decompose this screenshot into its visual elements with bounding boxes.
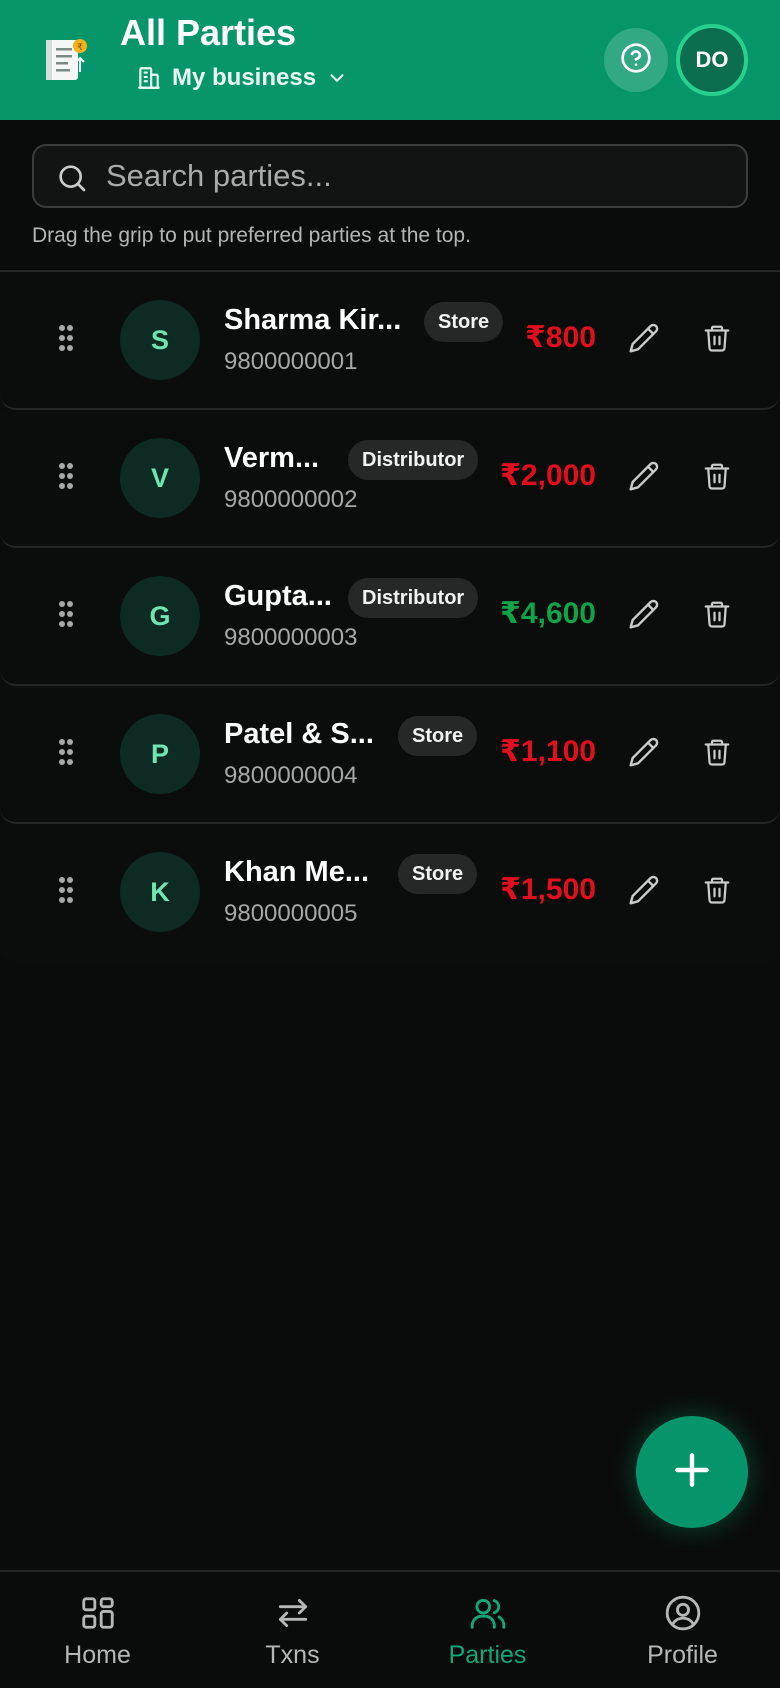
drag-grip-icon[interactable] bbox=[58, 324, 74, 357]
party-balance: ₹1,100 bbox=[500, 735, 596, 768]
delete-party-button[interactable] bbox=[702, 322, 732, 356]
nav-home-label: Home bbox=[64, 1641, 131, 1669]
party-avatar: G bbox=[120, 576, 200, 656]
help-button[interactable] bbox=[604, 28, 668, 92]
party-phone: 9800000001 bbox=[224, 348, 358, 375]
delete-party-button[interactable] bbox=[702, 460, 732, 494]
drag-grip-icon[interactable] bbox=[58, 738, 74, 771]
search-box bbox=[32, 144, 748, 208]
party-balance: ₹800 bbox=[525, 321, 596, 354]
party-type-badge: Store bbox=[398, 854, 478, 894]
chevron-down-icon bbox=[326, 67, 348, 89]
party-avatar: S bbox=[120, 300, 200, 380]
users-icon bbox=[469, 1572, 507, 1637]
user-circle-icon bbox=[664, 1572, 702, 1637]
party-row[interactable]: P Patel & S... Store 9800000004 ₹1,100 bbox=[0, 686, 780, 824]
party-name: Khan Me... bbox=[224, 856, 370, 888]
bottom-nav: Home Txns Parties Profile bbox=[0, 1570, 780, 1688]
user-avatar-button[interactable]: DO bbox=[676, 24, 748, 96]
party-row[interactable]: G Gupta... Distributor 9800000003 ₹4,600 bbox=[0, 548, 780, 686]
page-title: All Parties bbox=[120, 12, 297, 53]
nav-parties-label: Parties bbox=[448, 1641, 527, 1669]
party-row[interactable]: S Sharma Kir... Store 9800000001 ₹800 bbox=[0, 272, 780, 410]
nav-txns-label: Txns bbox=[265, 1641, 320, 1669]
delete-party-button[interactable] bbox=[702, 736, 732, 770]
party-list: S Sharma Kir... Store 9800000001 ₹800 V … bbox=[0, 272, 780, 962]
party-type-badge: Store bbox=[424, 302, 504, 342]
party-name: Gupta... bbox=[224, 580, 332, 612]
business-name: My business bbox=[172, 64, 317, 91]
business-selector[interactable]: My business bbox=[136, 62, 348, 94]
drag-grip-icon[interactable] bbox=[58, 600, 74, 633]
search-icon bbox=[56, 162, 88, 199]
nav-profile-label: Profile bbox=[647, 1641, 718, 1669]
grid-icon bbox=[79, 1572, 117, 1637]
svg-text:₹: ₹ bbox=[77, 43, 83, 53]
drag-grip-icon[interactable] bbox=[58, 462, 74, 495]
plus-icon bbox=[670, 1448, 714, 1497]
edit-party-button[interactable] bbox=[628, 874, 662, 908]
edit-party-button[interactable] bbox=[628, 598, 662, 632]
delete-party-button[interactable] bbox=[702, 598, 732, 632]
party-avatar: K bbox=[120, 852, 200, 932]
edit-party-button[interactable] bbox=[628, 736, 662, 770]
party-type-badge: Distributor bbox=[348, 578, 479, 618]
party-phone: 9800000004 bbox=[224, 762, 358, 789]
party-row[interactable]: K Khan Me... Store 9800000005 ₹1,500 bbox=[0, 824, 780, 962]
arrows-swap-icon bbox=[274, 1572, 312, 1637]
app-logo-icon: ₹ bbox=[44, 36, 94, 84]
drag-grip-icon[interactable] bbox=[58, 876, 74, 909]
party-avatar: P bbox=[120, 714, 200, 794]
edit-party-button[interactable] bbox=[628, 460, 662, 494]
nav-parties[interactable]: Parties bbox=[390, 1572, 585, 1688]
party-phone: 9800000005 bbox=[224, 900, 358, 927]
edit-party-button[interactable] bbox=[628, 322, 662, 356]
search-input[interactable] bbox=[106, 154, 726, 198]
party-type-badge: Store bbox=[398, 716, 478, 756]
party-balance: ₹1,500 bbox=[500, 873, 596, 906]
party-phone: 9800000003 bbox=[224, 624, 358, 651]
nav-txns[interactable]: Txns bbox=[195, 1572, 390, 1688]
app: ₹ All Parties My business DO Search part… bbox=[0, 0, 780, 1688]
party-name: Sharma Kir... bbox=[224, 304, 402, 336]
building-icon bbox=[136, 65, 162, 91]
nav-home[interactable]: Home bbox=[0, 1572, 195, 1688]
delete-party-button[interactable] bbox=[702, 874, 732, 908]
party-phone: 9800000002 bbox=[224, 486, 358, 513]
add-party-button[interactable] bbox=[636, 1416, 748, 1528]
party-avatar: V bbox=[120, 438, 200, 518]
party-type-badge: Distributor bbox=[348, 440, 479, 480]
app-header: ₹ All Parties My business DO bbox=[0, 0, 780, 120]
nav-profile[interactable]: Profile bbox=[585, 1572, 780, 1688]
party-row[interactable]: V Verm... Distributor 9800000002 ₹2,000 bbox=[0, 410, 780, 548]
party-name: Patel & S... bbox=[224, 718, 374, 750]
help-icon bbox=[620, 42, 652, 79]
party-name: Verm... bbox=[224, 442, 320, 474]
reorder-hint: Drag the grip to put preferred parties a… bbox=[32, 224, 471, 247]
party-balance: ₹4,600 bbox=[500, 597, 596, 630]
party-balance: ₹2,000 bbox=[500, 459, 596, 492]
